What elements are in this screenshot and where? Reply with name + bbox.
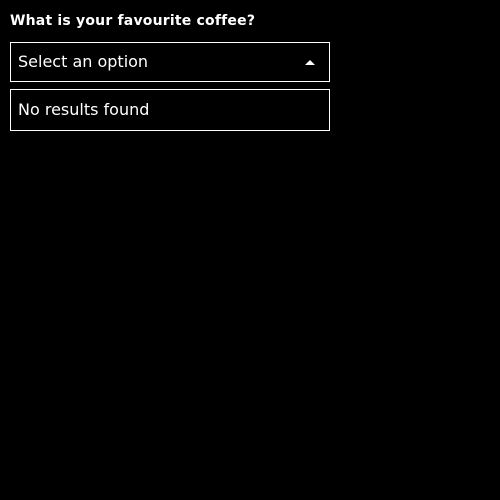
coffee-question-label: What is your favourite coffee?	[10, 13, 256, 29]
no-results-message: No results found	[18, 100, 150, 119]
coffee-select[interactable]: Select an option	[10, 42, 330, 82]
caret-up-icon[interactable]	[305, 60, 315, 65]
dropdown-listbox: No results found	[10, 89, 330, 131]
select-placeholder: Select an option	[18, 52, 149, 71]
